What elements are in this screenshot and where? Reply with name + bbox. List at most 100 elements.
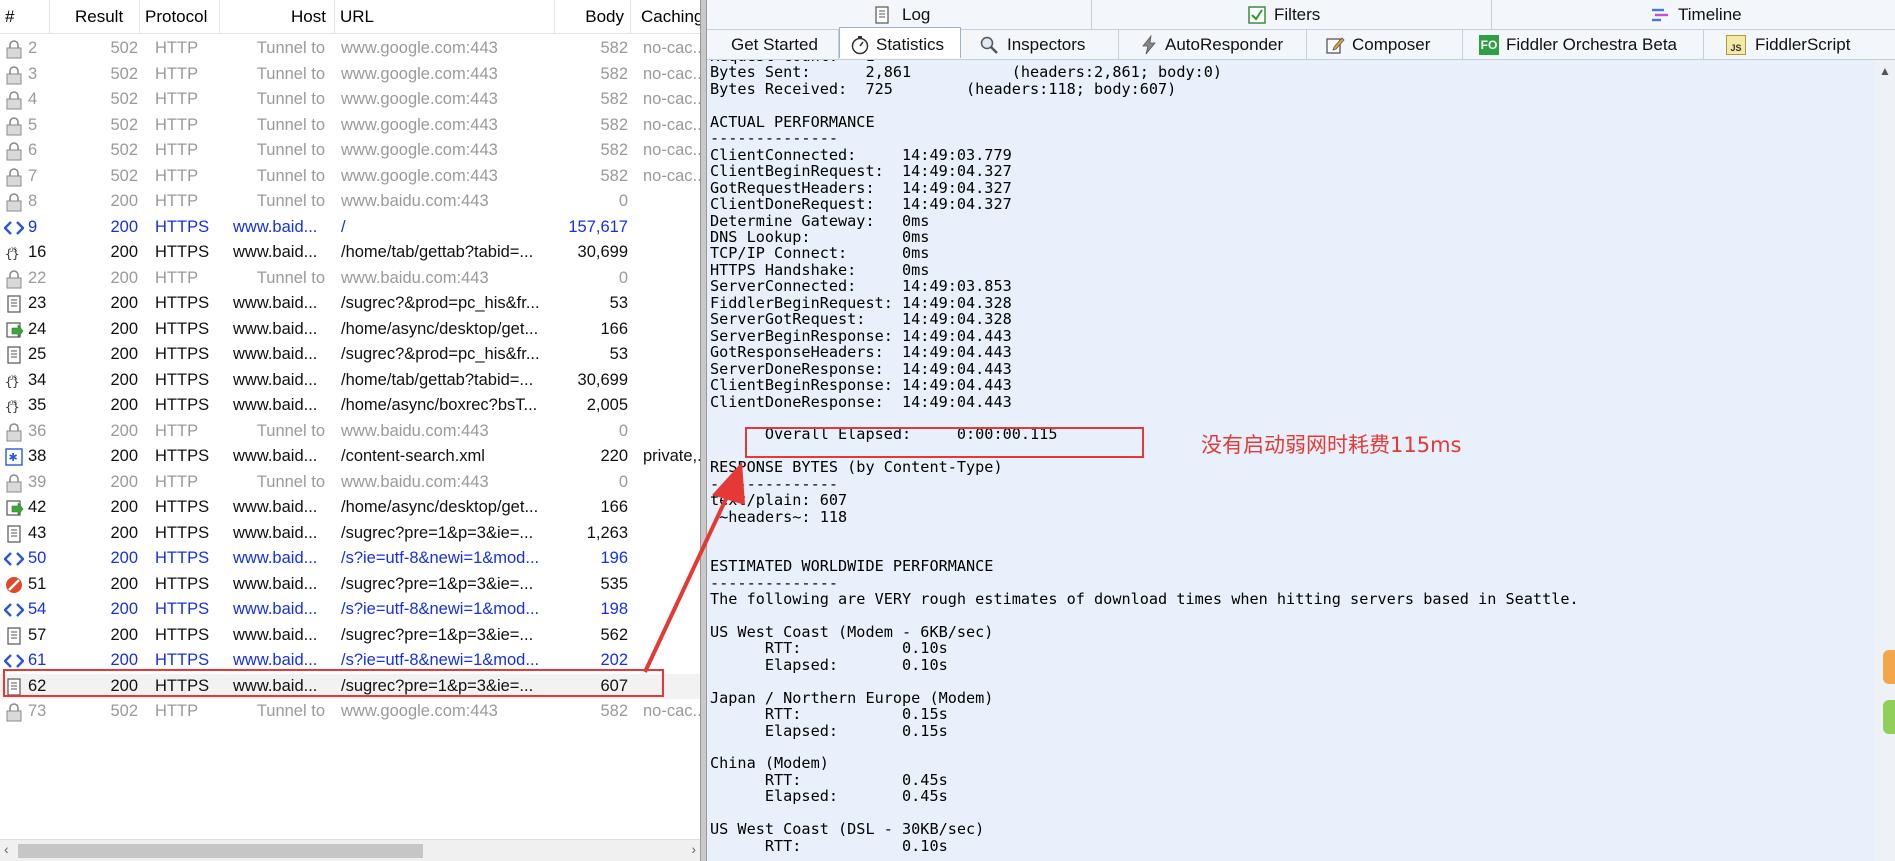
column-header-caching[interactable]: Caching [631,0,700,34]
row-number-cell: 5 [28,115,38,134]
row-body-cell: 582 [600,141,628,159]
table-row[interactable]: 25 200 HTTPS www.baid... /sugrec?&prod=pc_hi… [0,342,700,368]
table-row[interactable]: 43 200 HTTPS www.baid... /sugrec?pre=1&p=3&i… [0,521,700,547]
tab-statistics[interactable]: Statistics [839,27,961,58]
row-caching-cell [643,521,700,547]
table-row[interactable]: 50 200 HTTPS www.baid... /s?ie=utf-8&newi=1&… [0,546,700,572]
table-row[interactable]: 8 200 HTTP Tunnel to www.baidu.com:443 0 [0,189,700,215]
row-host-cell: www.baid... [233,294,318,312]
table-row[interactable]: {} JS 34 200 HTTPS www.baid.../home/tab/getta… [0,368,700,394]
tab-fiddler-orchestra[interactable]: FO Fiddler Orchestra Beta [1463,30,1704,60]
js-icon: JS [1726,35,1746,55]
table-row[interactable]: 36 200 HTTP Tunnel to www.baidu.com:443 0 [0,419,700,445]
scroll-right-icon[interactable]: › [691,841,696,857]
tab-log[interactable]: Log [707,0,1092,30]
row-caching-cell [643,240,700,266]
row-url-cell: / [341,217,346,236]
elapsed-highlight-box [745,427,1144,458]
row-url-cell: /s?ie=utf-8&newi=1&mod... [341,549,540,567]
table-row[interactable]: 6 502 HTTP Tunnel to www.google.com:443 582 no… [0,138,700,164]
tab-composer[interactable]: Composer [1307,30,1463,60]
row-caching-cell [643,189,700,215]
table-row[interactable]: 42 200 HTTPS www.baid... /home/async/desktop… [0,495,700,521]
table-row[interactable]: ✱ 38 200 HTTPS www.baid.../content-search.xm… [0,444,700,470]
row-protocol-cell: HTTP [155,39,199,57]
row-number-cell: 9 [28,217,38,236]
row-body-cell: 1,263 [586,523,628,542]
timeline-icon [1652,8,1668,22]
row-url-cell: /s?ie=utf-8&newi=1&mod... [341,600,540,618]
checkbox-icon [1248,6,1266,24]
row-result-cell: 200 [110,447,138,465]
tab-autoresponder[interactable]: AutoResponder [1119,30,1307,60]
horizontal-scrollbar[interactable]: ‹ › [0,839,700,861]
tab-fiddlerscript[interactable]: JS FiddlerScript [1704,30,1895,60]
row-body-cell: 535 [600,574,628,593]
row-protocol-cell: HTTPS [155,217,210,236]
table-row[interactable]: 23 200 HTTPS www.baid... /sugrec?&prod=pc_hi… [0,291,700,317]
row-body-cell: 0 [618,421,628,440]
row-result-cell: 502 [110,90,138,108]
table-row[interactable]: 57 200 HTTPS www.baid... /sugrec?pre=1&p=3&i… [0,623,700,649]
tab-get-started[interactable]: Get Started [707,30,839,60]
row-protocol-cell: HTTPS [155,370,210,389]
row-number-cell: 43 [28,523,47,542]
table-row[interactable]: 73 502 HTTP Tunnel to www.google.com:443 582 n… [0,699,700,725]
column-header-number[interactable]: # [0,0,50,34]
column-header-result[interactable]: Result [50,0,140,34]
table-row[interactable]: 4 502 HTTP Tunnel to www.google.com:443 582 no… [0,87,700,113]
table-row[interactable]: 7 502 HTTP Tunnel to www.google.com:443 582 no… [0,164,700,190]
tab-filters[interactable]: Filters [1092,0,1492,30]
scrollbar-thumb[interactable] [18,844,423,858]
row-number-cell: 8 [28,192,38,210]
row-result-cell: 200 [110,294,138,312]
table-row[interactable]: 22 200 HTTP Tunnel to www.baidu.com:443 0 [0,266,700,292]
scroll-left-icon[interactable]: ‹ [4,841,9,857]
scroll-up-icon[interactable]: ▲ [1879,64,1891,78]
row-number-cell: 6 [28,141,38,159]
table-row[interactable]: 2 502 HTTP Tunnel to www.google.com:443 582 no… [0,36,700,62]
row-result-cell: 200 [110,243,138,261]
row-number-cell: 22 [28,268,47,287]
row-body-cell: 53 [609,294,628,312]
table-row[interactable]: {} JS 16 200 HTTPS www.baid.../home/tab/getta… [0,240,700,266]
tab-inspectors[interactable]: Inspectors [961,30,1119,60]
column-header-body[interactable]: Body [555,0,631,34]
row-host-cell: www.baid... [233,523,318,542]
row-host-cell: Tunnel to [256,702,325,720]
row-protocol-cell: HTTPS [155,294,210,312]
table-row[interactable]: 3 502 HTTP Tunnel to www.google.com:443 582 no… [0,62,700,88]
row-host-cell: www.baid... [233,625,318,644]
row-caching-cell: no-cac... [643,702,700,720]
row-url-cell: www.google.com:443 [341,702,498,720]
table-row[interactable]: 39 200 HTTP Tunnel to www.baidu.com:443 0 [0,470,700,496]
panel-splitter[interactable] [700,0,707,861]
row-protocol-cell: HTTPS [155,625,210,644]
column-header-host[interactable]: Host [220,0,335,34]
row-body-cell: 562 [600,625,628,644]
table-row[interactable]: 24 200 HTTPS www.baid... /home/async/desktop… [0,317,700,343]
table-row[interactable]: 51 200 HTTPS www.baid... /sugrec?pre=1&p=3&i… [0,572,700,598]
row-caching-cell [643,470,700,496]
column-header-protocol[interactable]: Protocol [140,0,220,34]
row-protocol-cell: HTTPS [155,243,210,261]
row-host-cell: Tunnel to [256,192,325,210]
row-host-cell: www.baid... [233,600,318,618]
row-protocol-cell: HTTP [155,192,199,210]
row-body-cell: 0 [618,192,628,210]
row-protocol-cell: HTTPS [155,549,210,567]
row-caching-cell: no-cac... [643,115,700,134]
row-result-cell: 200 [110,319,138,338]
table-row[interactable]: 9 200 HTTPS www.baid... / 157,617 [0,215,700,241]
row-body-cell: 157,617 [568,217,628,236]
row-result-cell: 200 [110,472,138,491]
table-row[interactable]: 54 200 HTTPS www.baid... /s?ie=utf-8&newi=1&… [0,597,700,623]
row-url-cell: www.google.com:443 [341,39,498,57]
vertical-scrollbar[interactable]: ▲ [1875,60,1895,861]
row-body-cell: 582 [600,115,628,134]
column-header-url[interactable]: URL [335,0,555,34]
row-caching-cell: no-cac... [643,64,700,83]
tab-timeline[interactable]: Timeline [1492,0,1895,30]
table-row[interactable]: 5 502 HTTP Tunnel to www.google.com:443 582 no… [0,113,700,139]
table-row[interactable]: {} JS 35 200 HTTPS www.baid.../home/async/box… [0,393,700,419]
